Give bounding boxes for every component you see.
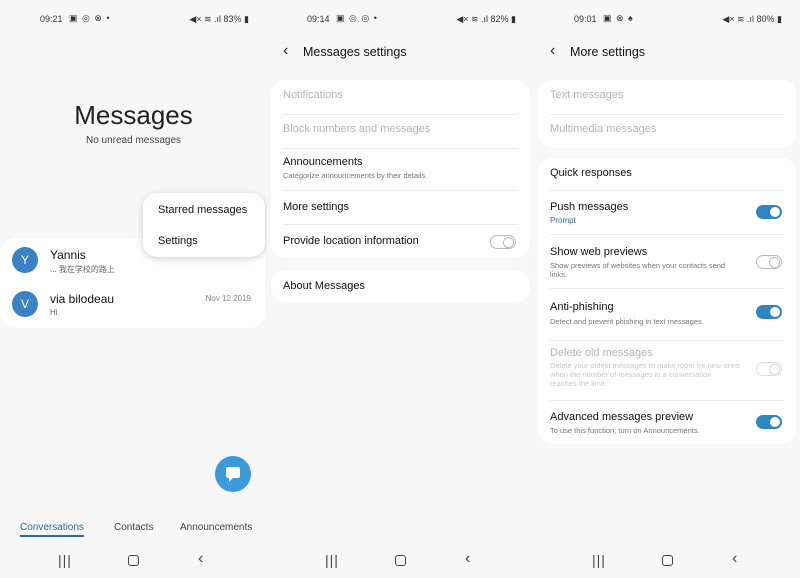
tab-conversations[interactable]: Conversations (20, 522, 84, 537)
back-icon[interactable]: ‹ (465, 550, 470, 568)
setting-label: Advanced messages preview (550, 411, 694, 423)
more-settings-screen: 09:01 ▣ ⊗ ♠ ◀× ≋ .ıl 80% ▮ ‹ More settin… (534, 0, 800, 578)
avatar: V (12, 291, 38, 317)
chat-bubble-icon (226, 467, 240, 482)
page-title: Messages settings (303, 45, 407, 59)
setting-label: Text messages (550, 89, 624, 101)
contact-name: via bilodeau (50, 292, 115, 306)
notification-icons: ▣ ◎ ◎ • (336, 13, 378, 23)
menu-item-starred-messages[interactable]: Starred messages (158, 204, 247, 216)
status-time: 09:01 (574, 14, 597, 24)
setting-label: More settings (283, 201, 350, 213)
message-preview: Hi (50, 308, 58, 317)
status-bar: 09:01 ▣ ⊗ ♠ ◀× ≋ .ıl 80% ▮ (534, 12, 800, 28)
tab-announcements[interactable]: Announcements (180, 522, 252, 533)
status-bar: 09:21 ▣ ◎ ⊗ • ◀× ≋ .ıl 83% ▮ (0, 12, 267, 28)
avatar: Y (12, 247, 38, 273)
compose-button[interactable] (215, 456, 251, 492)
bottom-tabs: Conversations Contacts Announcements (0, 520, 267, 538)
setting-label: Show web previews (550, 246, 648, 258)
tab-contacts[interactable]: Contacts (114, 522, 153, 533)
status-time: 09:21 (40, 14, 63, 24)
notification-icons: ▣ ◎ ⊗ • (69, 13, 111, 23)
delete-old-messages-toggle[interactable] (756, 362, 782, 376)
setting-label: Anti-phishing (550, 301, 614, 313)
setting-location-info[interactable]: Provide location information (271, 224, 530, 258)
status-right: ◀× ≋ .ıl 83% ▮ (189, 14, 249, 24)
advanced-preview-toggle[interactable] (756, 415, 782, 429)
setting-block-numbers[interactable]: Block numbers and messages (271, 114, 530, 148)
header: ‹ Messages settings (281, 42, 534, 64)
web-previews-toggle[interactable] (756, 255, 782, 269)
setting-advanced-preview[interactable]: Advanced messages preview To use this fu… (538, 400, 796, 444)
status-right: ◀× ≋ .ıl 82% ▮ (456, 14, 516, 24)
recent-apps-icon[interactable]: ||| (325, 552, 339, 568)
setting-push-messages[interactable]: Push messages Prompt (538, 190, 796, 234)
setting-text-messages[interactable]: Text messages (538, 80, 796, 114)
messages-type-card: Text messages Multimedia messages (538, 80, 796, 148)
unread-status: No unread messages (85, 135, 182, 146)
setting-description: To use this function, turn on Announceme… (550, 426, 700, 435)
menu-item-settings[interactable]: Settings (158, 235, 198, 247)
setting-description: Detect and prevent phishing in text mess… (550, 317, 704, 326)
setting-description: Show previews of websites when your cont… (550, 261, 726, 279)
status-bar: 09:14 ▣ ◎ ◎ • ◀× ≋ .ıl 82% ▮ (267, 12, 534, 28)
setting-anti-phishing[interactable]: Anti-phishing Detect and prevent phishin… (538, 288, 796, 340)
setting-label: Push messages (550, 201, 629, 213)
system-nav-bar: ||| ‹ (534, 548, 800, 572)
back-icon[interactable]: ‹ (198, 550, 203, 568)
status-time: 09:14 (307, 14, 330, 24)
anti-phishing-toggle[interactable] (756, 305, 782, 319)
setting-quick-responses[interactable]: Quick responses (538, 158, 796, 190)
system-nav-bar: ||| ‹ (0, 548, 267, 572)
setting-label: Provide location information (283, 235, 419, 247)
back-icon[interactable]: ‹ (732, 550, 737, 568)
setting-value: Prompt (550, 216, 576, 225)
setting-description: Delete your oldest messages to make room… (550, 361, 740, 388)
setting-multimedia-messages[interactable]: Multimedia messages (538, 114, 796, 148)
about-card: About Messages (271, 270, 530, 302)
setting-label: Notifications (283, 89, 343, 101)
setting-label: Announcements (283, 156, 363, 168)
contact-name: Yannis (50, 248, 86, 262)
home-icon[interactable] (662, 555, 673, 566)
home-icon[interactable] (395, 555, 406, 566)
setting-label: Block numbers and messages (283, 123, 431, 135)
push-messages-toggle[interactable] (756, 205, 782, 219)
status-right: ◀× ≋ .ıl 80% ▮ (722, 14, 782, 24)
setting-web-previews[interactable]: Show web previews Show previews of websi… (538, 234, 796, 288)
page-title: More settings (570, 45, 646, 59)
setting-label: About Messages (283, 280, 365, 292)
messages-screen: 09:21 ▣ ◎ ⊗ • ◀× ≋ .ıl 83% ▮ Messages No… (0, 0, 267, 578)
back-arrow-icon[interactable]: ‹ (283, 42, 288, 60)
overflow-menu: Starred messages Settings (143, 193, 265, 257)
setting-label: Quick responses (550, 167, 632, 179)
back-arrow-icon[interactable]: ‹ (550, 42, 555, 60)
location-toggle[interactable] (490, 235, 516, 249)
recent-apps-icon[interactable]: ||| (58, 552, 72, 568)
setting-label: Multimedia messages (550, 123, 657, 135)
message-preview: ... 我在学校的路上 (50, 265, 115, 274)
options-card: Quick responses Push messages Prompt Sho… (538, 158, 796, 444)
setting-announcements[interactable]: Announcements Categorize announcements b… (271, 148, 530, 190)
recent-apps-icon[interactable]: ||| (592, 552, 606, 568)
page-title: Messages (74, 100, 193, 130)
header: ‹ More settings (548, 42, 800, 64)
messages-settings-screen: 09:14 ▣ ◎ ◎ • ◀× ≋ .ıl 82% ▮ ‹ Messages … (267, 0, 534, 578)
conversation-item[interactable]: V via bilodeau Hi Nov 12 2019 (0, 282, 265, 326)
system-nav-bar: ||| ‹ (267, 548, 534, 572)
setting-description: Categorize announcements by their detail… (283, 171, 428, 180)
message-date: Nov 12 2019 (205, 294, 251, 303)
settings-card: Notifications Block numbers and messages… (271, 80, 530, 258)
setting-label: Delete old messages (550, 347, 653, 359)
home-icon[interactable] (128, 555, 139, 566)
setting-delete-old-messages[interactable]: Delete old messages Delete your oldest m… (538, 340, 796, 400)
setting-more-settings[interactable]: More settings (271, 190, 530, 224)
notification-icons: ▣ ⊗ ♠ (603, 13, 634, 23)
setting-notifications[interactable]: Notifications (271, 80, 530, 114)
setting-about[interactable]: About Messages (271, 270, 530, 302)
